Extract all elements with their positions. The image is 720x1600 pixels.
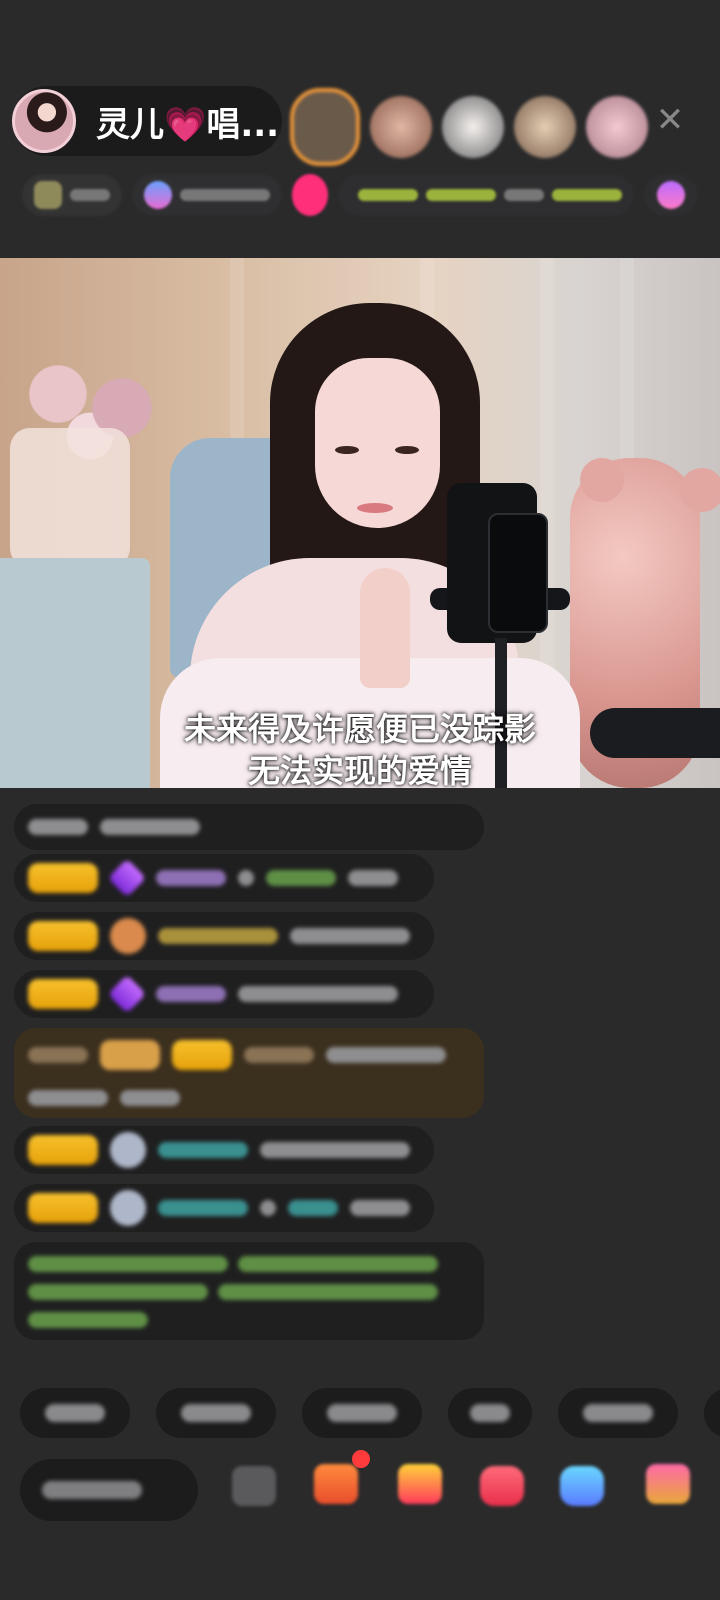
activity-icon[interactable] <box>560 1466 604 1506</box>
chat-message <box>14 970 434 1018</box>
quick-reply-button[interactable] <box>558 1388 678 1438</box>
chat-message <box>14 804 484 850</box>
info-chip-icon[interactable] <box>292 174 329 216</box>
gift-box-icon[interactable] <box>314 1464 358 1504</box>
live-video[interactable]: 未来得及许愿便已没踪影 无法实现的爱情 <box>0 258 720 788</box>
host-name-text: 灵儿 <box>96 104 164 145</box>
gift-icon[interactable] <box>646 1464 690 1504</box>
vase <box>10 428 130 568</box>
folded-hands <box>360 568 410 688</box>
viewer-avatar[interactable] <box>370 96 432 158</box>
eye <box>395 446 419 454</box>
viewer-avatar[interactable] <box>586 96 648 158</box>
microphone-grille <box>488 513 548 633</box>
lyric-line-2: 无法实现的爱情 <box>247 752 472 788</box>
viewer-avatar[interactable] <box>442 96 504 158</box>
quick-replies <box>20 1388 720 1438</box>
viewer-avatar[interactable] <box>514 96 576 158</box>
chat-message-highlight <box>14 1028 484 1118</box>
chat-message <box>14 912 434 960</box>
host-info-pill[interactable]: 灵儿💗唱... <box>12 86 282 156</box>
more-icon[interactable] <box>232 1466 276 1506</box>
lyric-line-1: 未来得及许愿便已没踪影 <box>183 710 536 748</box>
stream-info-row <box>22 172 698 218</box>
quick-reply-button[interactable] <box>156 1388 276 1438</box>
host-name-suffix: 唱... <box>206 104 280 145</box>
chat-message <box>14 1126 434 1174</box>
bear-ear <box>580 458 624 502</box>
heart-icon: 💗 <box>164 104 207 145</box>
game-icon[interactable] <box>480 1466 524 1506</box>
rank-chip[interactable] <box>338 174 635 216</box>
notification-dot <box>352 1450 370 1468</box>
red-packet-icon[interactable] <box>398 1464 442 1504</box>
viewer-avatar[interactable] <box>290 88 360 166</box>
quick-reply-button[interactable] <box>20 1388 130 1438</box>
top-viewers-list <box>290 88 648 166</box>
lips <box>357 503 393 513</box>
chat-message <box>14 1184 434 1232</box>
quick-reply-button[interactable] <box>704 1388 720 1438</box>
chat-input[interactable] <box>20 1459 198 1521</box>
host-avatar[interactable] <box>12 89 76 153</box>
quick-reply-button[interactable] <box>302 1388 422 1438</box>
info-chip[interactable] <box>22 174 122 216</box>
eye <box>335 446 359 454</box>
bottom-toolbar <box>20 1458 720 1522</box>
system-notice <box>14 1242 484 1340</box>
bear-ear <box>680 468 720 512</box>
info-chip[interactable] <box>132 174 282 216</box>
host-name: 灵儿💗唱... <box>96 97 279 146</box>
chat-message <box>14 854 434 902</box>
info-chip-icon[interactable] <box>644 174 698 216</box>
quick-reply-button[interactable] <box>448 1388 532 1438</box>
close-icon[interactable]: ✕ <box>650 100 690 140</box>
